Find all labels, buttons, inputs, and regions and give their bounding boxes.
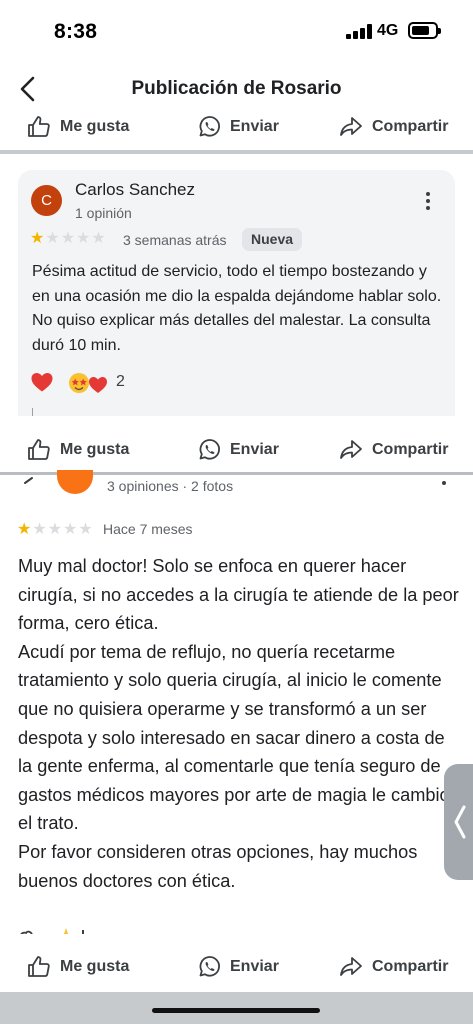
action-bar: Me gusta Enviar Compartir bbox=[0, 947, 473, 987]
like-label: Me gusta bbox=[60, 441, 130, 458]
share-label: Compartir bbox=[372, 441, 449, 458]
send-button[interactable]: Enviar bbox=[196, 947, 279, 987]
divider bbox=[0, 150, 473, 154]
signal-icon bbox=[346, 24, 372, 39]
star-icon: ★ bbox=[30, 230, 46, 247]
share-label: Compartir bbox=[372, 958, 449, 975]
star-icon: ★ bbox=[63, 521, 79, 538]
send-label: Enviar bbox=[230, 958, 279, 975]
star-rating: ★★★★★ bbox=[17, 519, 94, 539]
whatsapp-icon bbox=[199, 439, 220, 460]
like-label: Me gusta bbox=[60, 958, 130, 975]
battery-icon bbox=[408, 22, 441, 39]
reaction-count: 2 bbox=[116, 373, 125, 390]
review-paragraph: Acudí por tema de reflujo, no quería rec… bbox=[18, 641, 450, 834]
thumbs-up-icon bbox=[28, 439, 50, 460]
share-button[interactable]: Compartir bbox=[338, 947, 448, 987]
star-icon: ★ bbox=[32, 521, 48, 538]
dot-icon bbox=[442, 481, 446, 485]
review-card: C Carlos Sanchez 1 opinión ★★★★★ 3 seman… bbox=[18, 170, 455, 416]
reactions bbox=[18, 924, 108, 934]
heart-icon[interactable] bbox=[30, 370, 54, 394]
page-title: Publicación de Rosario bbox=[131, 78, 342, 99]
review-date: Hace 7 meses bbox=[103, 521, 193, 537]
star-icon: ★ bbox=[47, 521, 64, 538]
app-header-overlay: Publicación de Rosario bbox=[0, 62, 473, 118]
chevron-left-icon[interactable] bbox=[22, 476, 34, 490]
whatsapp-icon bbox=[199, 956, 220, 977]
action-bar: Me gusta Enviar Compartir bbox=[0, 430, 473, 470]
reviewer-name[interactable]: Carlos Sanchez bbox=[75, 180, 195, 200]
star-icon: ★ bbox=[78, 521, 94, 538]
avatar[interactable] bbox=[57, 470, 93, 494]
share-button[interactable]: Compartir bbox=[338, 430, 448, 470]
heart-outline-icon[interactable] bbox=[18, 924, 108, 934]
review-paragraph: Muy mal doctor! Solo se enfoca en querer… bbox=[18, 556, 459, 634]
star-icon: ★ bbox=[91, 230, 107, 247]
side-panel-handle[interactable] bbox=[444, 764, 473, 880]
dot-icon bbox=[426, 192, 430, 196]
more-options-button[interactable] bbox=[440, 481, 448, 491]
review-paragraph: Por favor consideren otras opciones, hay… bbox=[18, 841, 418, 891]
more-options-button[interactable] bbox=[420, 192, 436, 214]
review-date: 3 semanas atrás bbox=[123, 232, 227, 248]
star-icon: ★ bbox=[60, 230, 77, 247]
star-struck-emoji-icon[interactable] bbox=[68, 372, 112, 394]
like-label: Me gusta bbox=[60, 118, 130, 135]
send-label: Enviar bbox=[230, 118, 279, 135]
avatar[interactable]: C bbox=[31, 185, 62, 216]
dot-icon bbox=[426, 206, 430, 210]
share-arrow-icon bbox=[340, 440, 362, 459]
home-indicator[interactable] bbox=[152, 1008, 320, 1013]
status-bar: 8:38 4G bbox=[0, 0, 473, 62]
chevron-left-icon bbox=[454, 805, 466, 839]
star-icon: ★ bbox=[45, 230, 61, 247]
reviewer-meta: 3 opiniones · 2 fotos bbox=[107, 478, 234, 494]
share-label: Compartir bbox=[372, 118, 449, 135]
thread-line bbox=[32, 408, 33, 416]
star-icon: ★ bbox=[17, 521, 33, 538]
reviewer-meta: 1 opinión bbox=[75, 205, 132, 221]
like-button[interactable]: Me gusta bbox=[26, 430, 129, 470]
send-label: Enviar bbox=[230, 441, 279, 458]
share-arrow-icon bbox=[340, 957, 362, 976]
star-rating: ★★★★★ bbox=[30, 228, 107, 248]
like-button[interactable]: Me gusta bbox=[26, 947, 129, 987]
thumbs-up-icon bbox=[28, 956, 50, 977]
status-time: 8:38 bbox=[54, 20, 98, 43]
review-text: Muy mal doctor! Solo se enfoca en querer… bbox=[18, 552, 463, 895]
review-text: Pésima actitud de servicio, todo el tiem… bbox=[32, 263, 442, 354]
dot-icon bbox=[426, 199, 430, 203]
new-badge: Nueva bbox=[242, 228, 303, 251]
send-button[interactable]: Enviar bbox=[196, 430, 279, 470]
network-type: 4G bbox=[377, 22, 399, 39]
star-icon: ★ bbox=[76, 230, 92, 247]
